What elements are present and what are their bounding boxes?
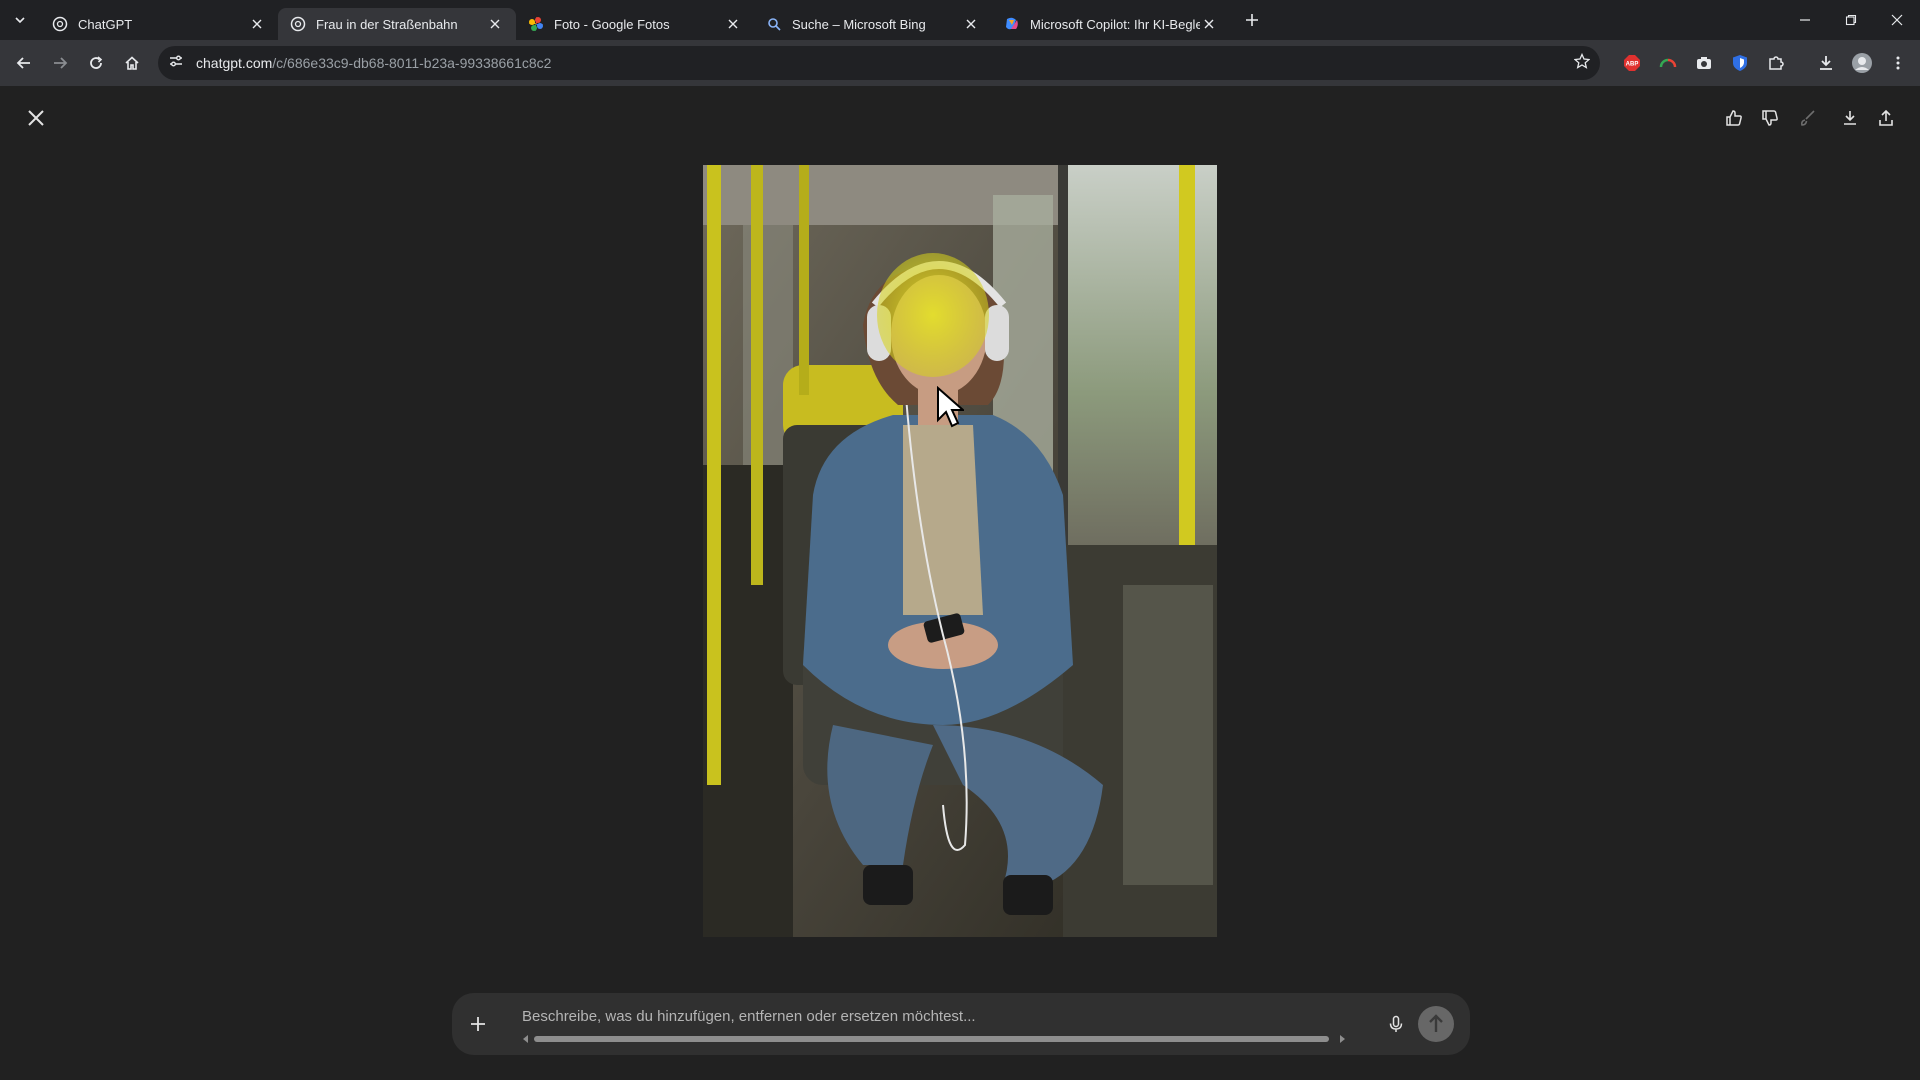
close-icon[interactable] bbox=[962, 15, 980, 33]
close-icon bbox=[28, 110, 44, 126]
google-photos-icon bbox=[528, 16, 544, 32]
home-icon bbox=[125, 56, 139, 70]
microphone-icon bbox=[1389, 1015, 1403, 1032]
openai-icon bbox=[52, 16, 68, 32]
toolbar-right bbox=[1808, 46, 1916, 80]
menu-button[interactable] bbox=[1881, 46, 1915, 80]
svg-text:ABP: ABP bbox=[1626, 62, 1639, 68]
tab-title: ChatGPT bbox=[78, 16, 133, 32]
address-bar[interactable]: chatgpt.com/c/686e33c9-db68-8011-b23a-99… bbox=[158, 46, 1600, 80]
select-area-button[interactable] bbox=[1790, 100, 1826, 136]
close-icon[interactable] bbox=[486, 15, 504, 33]
browser-tab-bar: ChatGPT Frau in der Straßenbahn Foto - G… bbox=[0, 0, 1920, 40]
window-controls bbox=[1782, 0, 1920, 40]
minimize-button[interactable] bbox=[1782, 0, 1828, 40]
download-icon bbox=[1820, 56, 1832, 70]
tab-copilot[interactable]: Microsoft Copilot: Ihr KI-Begleiter bbox=[992, 8, 1230, 40]
url-path: /c/686e33c9-db68-8011-b23a-99338661c8c2 bbox=[272, 55, 552, 71]
prompt-scrollbar[interactable] bbox=[522, 1035, 1345, 1043]
add-attachment-button[interactable] bbox=[460, 1006, 496, 1042]
send-button[interactable] bbox=[1418, 1006, 1454, 1042]
bookmark-star-icon[interactable] bbox=[1573, 52, 1591, 74]
camera-icon[interactable] bbox=[1687, 46, 1721, 80]
edit-prompt-composer bbox=[452, 993, 1470, 1055]
close-window-button[interactable] bbox=[1874, 0, 1920, 40]
tab-title: Microsoft Copilot: Ihr KI-Begleiter bbox=[1030, 16, 1200, 32]
close-icon[interactable] bbox=[1200, 15, 1218, 33]
arrow-right-icon bbox=[54, 57, 68, 69]
tab-chatgpt[interactable]: ChatGPT bbox=[40, 8, 278, 40]
reload-button[interactable] bbox=[79, 46, 113, 80]
home-button[interactable] bbox=[115, 46, 149, 80]
extensions-area: ABP bbox=[1614, 46, 1794, 80]
adblock-icon[interactable]: ABP bbox=[1615, 46, 1649, 80]
chevron-down-icon bbox=[15, 17, 25, 24]
plus-icon bbox=[1246, 14, 1258, 26]
download-icon bbox=[1844, 111, 1856, 125]
edit-prompt-input[interactable] bbox=[522, 1004, 1222, 1028]
site-settings-icon[interactable] bbox=[168, 53, 184, 74]
url-host: chatgpt.com bbox=[196, 55, 273, 71]
shield-icon[interactable] bbox=[1723, 46, 1757, 80]
openai-icon bbox=[290, 16, 306, 32]
thumbs-down-button[interactable] bbox=[1752, 100, 1788, 136]
share-button[interactable] bbox=[1868, 100, 1904, 136]
reload-icon bbox=[90, 56, 103, 69]
forward-button[interactable] bbox=[43, 46, 77, 80]
profile-avatar[interactable] bbox=[1845, 46, 1879, 80]
tab-title: Suche – Microsoft Bing bbox=[792, 16, 926, 32]
restore-button[interactable] bbox=[1828, 0, 1874, 40]
close-icon bbox=[1891, 14, 1903, 26]
share-icon bbox=[1879, 109, 1893, 126]
minimize-icon bbox=[1800, 19, 1810, 21]
gauge-icon[interactable] bbox=[1651, 46, 1685, 80]
scroll-right-icon[interactable] bbox=[1338, 1035, 1346, 1043]
url-text[interactable]: chatgpt.com/c/686e33c9-db68-8011-b23a-99… bbox=[196, 55, 1574, 71]
mouse-cursor-icon bbox=[937, 386, 964, 428]
restore-icon bbox=[1845, 14, 1857, 26]
brush-icon bbox=[1801, 110, 1815, 126]
browser-toolbar: chatgpt.com/c/686e33c9-db68-8011-b23a-99… bbox=[0, 40, 1920, 86]
close-icon[interactable] bbox=[724, 15, 742, 33]
downloads-button[interactable] bbox=[1809, 46, 1843, 80]
tab-title: Frau in der Straßenbahn bbox=[316, 16, 458, 32]
download-image-button[interactable] bbox=[1832, 100, 1868, 136]
plus-icon bbox=[471, 1017, 485, 1031]
tab-search-button[interactable] bbox=[0, 0, 40, 40]
generated-image[interactable] bbox=[703, 165, 1217, 937]
search-icon bbox=[766, 16, 782, 32]
new-tab-button[interactable] bbox=[1236, 4, 1268, 36]
back-button[interactable] bbox=[7, 46, 41, 80]
arrow-up-icon bbox=[1418, 1006, 1454, 1042]
scroll-left-icon[interactable] bbox=[522, 1035, 530, 1043]
puzzle-icon[interactable] bbox=[1759, 46, 1793, 80]
thumbs-up-button[interactable] bbox=[1716, 100, 1752, 136]
scrollbar-thumb[interactable] bbox=[534, 1036, 1329, 1042]
tab-frau-in-der-strassenbahn[interactable]: Frau in der Straßenbahn bbox=[278, 8, 516, 40]
close-editor-button[interactable] bbox=[18, 100, 54, 136]
voice-input-button[interactable] bbox=[1378, 1006, 1414, 1042]
arrow-left-icon bbox=[16, 57, 30, 69]
tab-bing[interactable]: Suche – Microsoft Bing bbox=[754, 8, 992, 40]
tab-google-fotos[interactable]: Foto - Google Fotos bbox=[516, 8, 754, 40]
close-icon[interactable] bbox=[248, 15, 266, 33]
image-editor bbox=[0, 86, 1920, 1080]
kebab-menu-icon bbox=[1896, 56, 1900, 70]
copilot-icon bbox=[1004, 16, 1020, 32]
tram-photo bbox=[703, 165, 1217, 937]
selection-highlight bbox=[877, 253, 989, 377]
thumbs-up-icon bbox=[1726, 110, 1742, 126]
thumbs-down-icon bbox=[1762, 110, 1778, 126]
tab-title: Foto - Google Fotos bbox=[554, 16, 670, 32]
